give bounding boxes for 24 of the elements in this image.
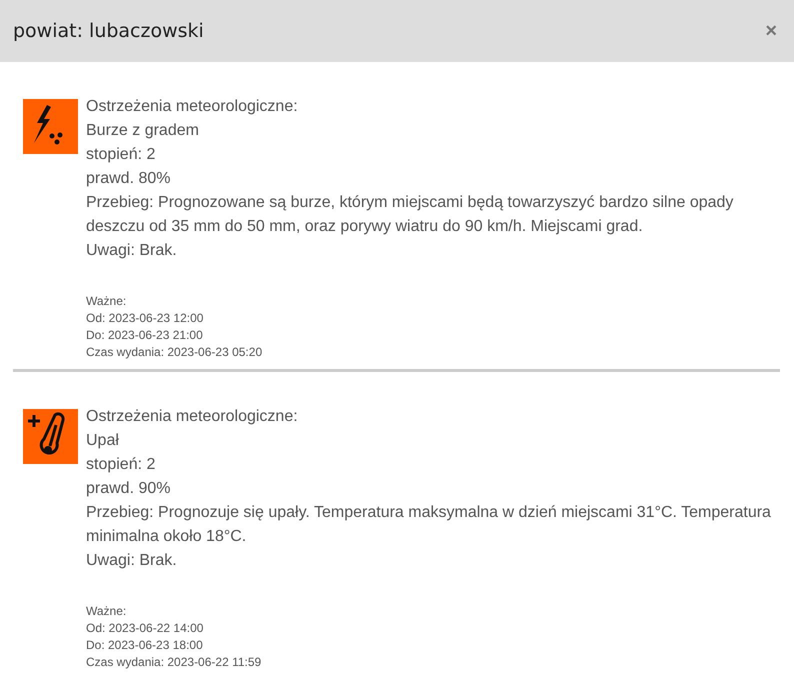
warning-probability: prawd. 90% [86, 479, 172, 499]
warning-remarks: Uwagi: Brak. [86, 551, 178, 571]
valid-from-text: Od: 2023-06-22 14:00 [86, 620, 204, 637]
warning-description: Przebieg: Prognozuje się upały. Temperatura maksymalna w dzień miejscami 31°C. Temperatura minimalna około 18°C. [86, 503, 772, 547]
warning-degree: stopień: 2 [86, 145, 156, 165]
valid-to-text: Do: 2023-06-23 18:00 [86, 637, 204, 654]
validity-label: Ważne: [86, 293, 128, 310]
warning-remarks: Uwagi: Brak. [86, 241, 178, 261]
thermometer-plus-icon [23, 409, 78, 464]
valid-to-text: Do: 2023-06-23 21:00 [86, 327, 204, 344]
issued-time-text: Czas wydania: 2023-06-23 05:20 [86, 344, 264, 361]
warning-degree: stopień: 2 [86, 455, 156, 475]
close-button[interactable]: × [765, 21, 781, 41]
lightning-hail-icon [23, 99, 78, 154]
dialog-title: powiat: lubaczowski [13, 18, 204, 44]
warning-description: Przebieg: Prognozowane są burze, którym miejscami będą towarzyszyć bardzo silne opady deszczu od 35 mm do 50 mm, oraz porywy wiatru do 90 km/h. Miejscami grad. [86, 193, 734, 237]
warning-probability: prawd. 80% [86, 169, 172, 189]
warning-heading: Ostrzeżenia meteorologiczne: [86, 407, 299, 427]
validity-label: Ważne: [86, 603, 128, 620]
warning-name: Upał [86, 431, 120, 451]
warning-heading: Ostrzeżenia meteorologiczne: [86, 97, 299, 117]
warning-name: Burze z gradem [86, 121, 200, 141]
issued-time-text: Czas wydania: 2023-06-22 11:59 [86, 654, 262, 671]
valid-from-text: Od: 2023-06-23 12:00 [86, 310, 204, 327]
